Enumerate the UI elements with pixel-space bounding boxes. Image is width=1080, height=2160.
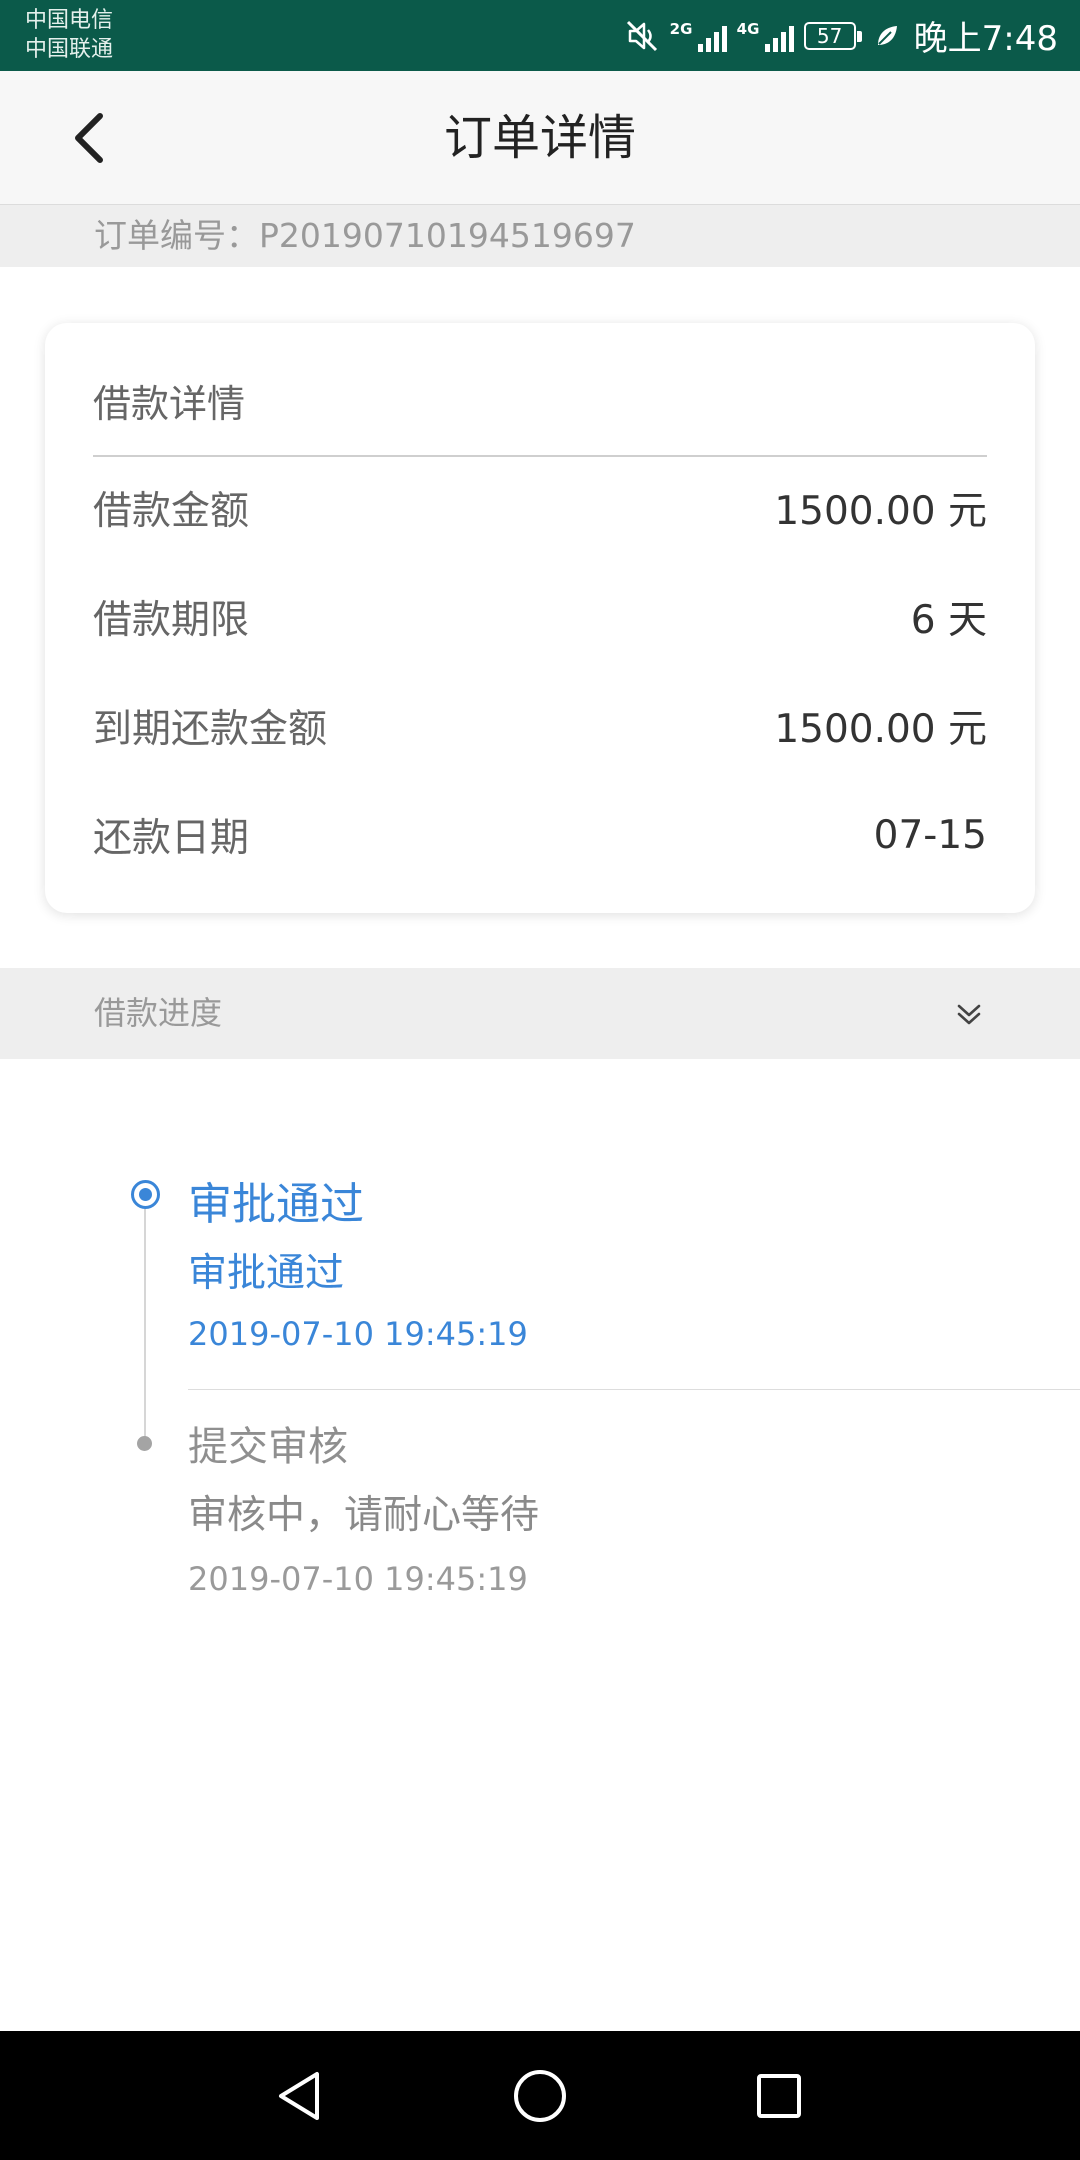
- row-label: 到期还款金额: [93, 707, 328, 752]
- loan-details-header: 借款详情: [93, 382, 246, 426]
- double-chevron-down-icon: [957, 1004, 981, 1025]
- status-icons: 2G 4G 57 晚上7:48: [624, 0, 1058, 71]
- signal-icon: 4G: [737, 20, 794, 52]
- timeline-line: [144, 1208, 146, 1444]
- carrier-labels: 中国电信 中国联通: [25, 6, 113, 64]
- step-divider: [188, 1389, 1080, 1390]
- order-number-bar: 订单编号：P20190710194519697: [0, 205, 1080, 267]
- row-label: 借款金额: [93, 489, 250, 534]
- timeline-node-active: [131, 1180, 160, 1209]
- recents-square-icon: [757, 2074, 801, 2118]
- step-timestamp: 2019-07-10 19:45:19: [188, 1315, 528, 1353]
- home-circle-icon: [514, 2070, 566, 2122]
- clock: 晚上7:48: [913, 19, 1058, 59]
- leaf-icon: [874, 23, 900, 49]
- row-label: 还款日期: [93, 816, 250, 861]
- network-type-2: 4G: [736, 19, 760, 38]
- divider: [93, 455, 987, 457]
- nav-back-button[interactable]: [264, 2059, 338, 2133]
- battery-icon: 57: [803, 21, 862, 50]
- back-triangle-icon: [279, 2072, 319, 2120]
- repayment-date-row: 还款日期 07-15: [93, 805, 987, 865]
- step-title: 提交审核: [188, 1424, 348, 1470]
- row-value: 1500.00 元: [774, 489, 987, 534]
- network-type-1: 2G: [669, 19, 693, 38]
- row-value: 6 天: [910, 598, 987, 643]
- nav-recents-button[interactable]: [742, 2059, 816, 2133]
- step-description: 审批通过: [188, 1251, 345, 1296]
- carrier-2: 中国联通: [25, 37, 114, 62]
- mute-icon: [624, 18, 660, 54]
- system-nav-bar: [0, 2031, 1080, 2160]
- nav-home-button[interactable]: [503, 2059, 577, 2133]
- loan-progress-toggle[interactable]: 借款进度: [0, 968, 1080, 1059]
- battery-level: 57: [816, 23, 843, 48]
- title-bar: 订单详情: [0, 71, 1080, 205]
- loan-progress-label: 借款进度: [94, 994, 223, 1032]
- loan-amount-row: 借款金额 1500.00 元: [93, 478, 987, 538]
- timeline-node: [137, 1436, 152, 1451]
- row-label: 借款期限: [93, 598, 250, 643]
- step-title: 审批通过: [188, 1179, 364, 1230]
- step-timestamp: 2019-07-10 19:45:19: [188, 1560, 528, 1598]
- step-description: 审核中，请耐心等待: [188, 1493, 540, 1538]
- status-bar: 中国电信 中国联通 2G 4G 57 晚上7:48: [0, 0, 1080, 71]
- carrier-1: 中国电信: [25, 8, 114, 33]
- page-title: 订单详情: [443, 110, 636, 166]
- loan-details-card: 借款详情 借款金额 1500.00 元 借款期限 6 天 到期还款金额 1500…: [45, 323, 1035, 913]
- row-value: 1500.00 元: [774, 707, 987, 752]
- loan-term-row: 借款期限 6 天: [93, 587, 987, 647]
- signal-icon: 2G: [670, 20, 727, 52]
- due-amount-row: 到期还款金额 1500.00 元: [93, 696, 987, 756]
- row-value: 07-15: [873, 812, 987, 858]
- order-number: 订单编号：P20190710194519697: [94, 216, 636, 255]
